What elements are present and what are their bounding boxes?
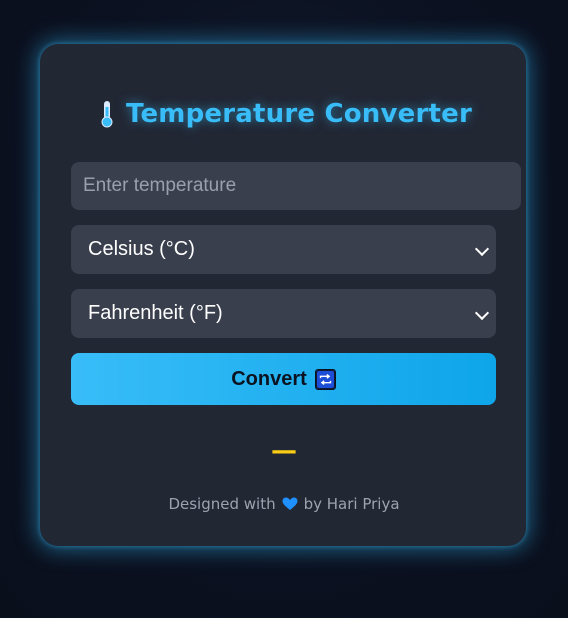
to-unit-value: Fahrenheit (°F) [88, 302, 223, 324]
page-background: Temperature Converter Celsius (°C) Fahre… [0, 0, 568, 618]
convert-button[interactable]: Convert [71, 353, 496, 405]
temperature-input[interactable] [71, 162, 521, 210]
page-title: Temperature Converter [0, 96, 568, 132]
refresh-icon [314, 368, 336, 390]
title-text: Temperature Converter [125, 99, 472, 129]
chevron-down-icon [474, 241, 490, 256]
from-unit-value: Celsius (°C) [88, 238, 195, 260]
footer-suffix: by Hari Priya [303, 495, 400, 513]
footer-credit: Designed with by Hari Priya [0, 494, 568, 514]
result-display: — [271, 436, 297, 466]
to-unit-select[interactable]: Fahrenheit (°F) [71, 289, 496, 338]
convert-label: Convert [231, 367, 307, 390]
heart-icon [282, 497, 298, 510]
from-unit-select[interactable]: Celsius (°C) [71, 225, 496, 274]
thermometer-icon [101, 101, 113, 128]
chevron-down-icon [474, 305, 490, 320]
footer-prefix: Designed with [168, 495, 276, 513]
